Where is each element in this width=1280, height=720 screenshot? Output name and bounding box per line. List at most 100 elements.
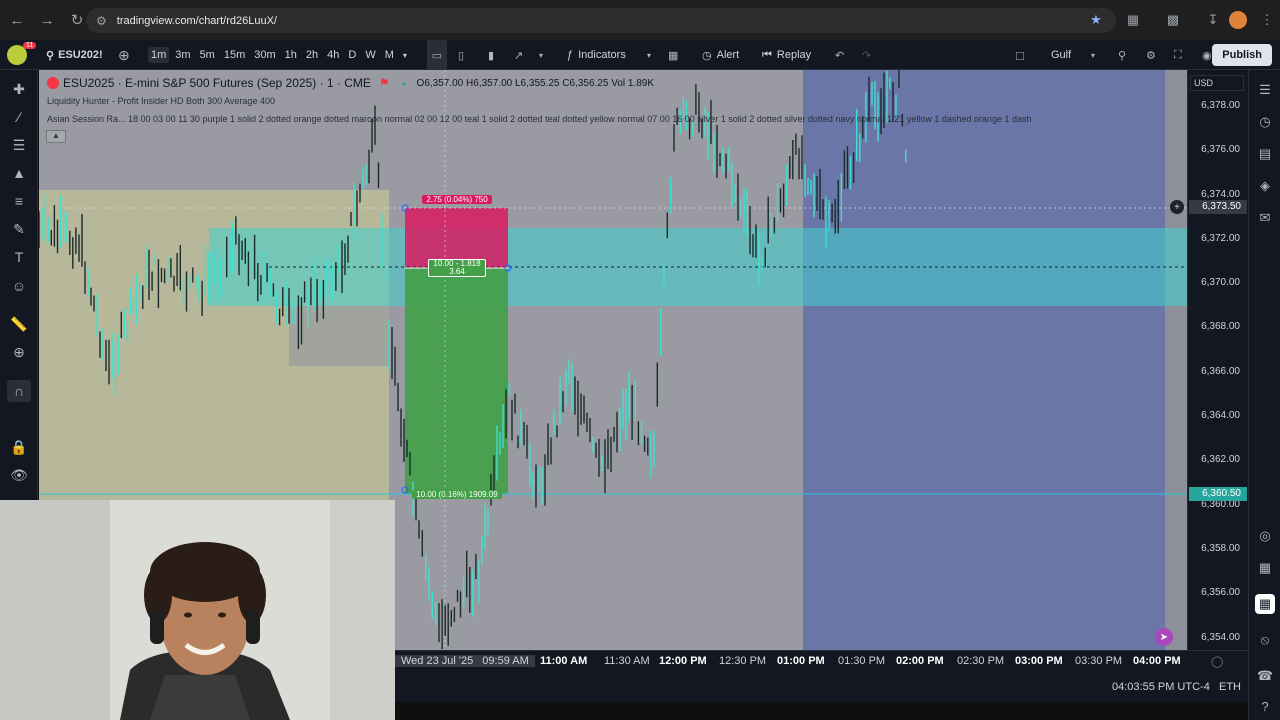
back-icon[interactable]: ← [4, 7, 30, 33]
session-label[interactable]: ETH [1219, 681, 1241, 693]
pitchfork-icon[interactable]: ▲ [7, 162, 31, 184]
layers-icon[interactable]: ◈ [1255, 176, 1275, 196]
indicators-chevron-icon[interactable]: ▾ [647, 40, 651, 70]
fullscreen-icon[interactable]: ⛶ [1174, 40, 1182, 70]
price-tick-label: 6,370.00 [1201, 277, 1240, 288]
interval-w[interactable]: W [365, 49, 375, 61]
price-axis[interactable]: USD 6,378.00 6,376.00 6,374.00 6,372.00 6,37… [1187, 70, 1248, 650]
forward-icon[interactable]: → [34, 7, 60, 33]
price-tick-label: 6,366.00 [1201, 366, 1240, 377]
profile-avatar[interactable] [1229, 11, 1247, 29]
user-avatar[interactable]: 11 [7, 40, 37, 70]
publish-button[interactable]: Publish [1212, 44, 1272, 66]
entry-label[interactable]: 10.00 - 1.818 3.64 [428, 259, 486, 277]
indicator-1-legend[interactable]: Liquidity Hunter - Profit Insider HD Bot… [47, 96, 275, 106]
crosshair-icon[interactable]: ✚ [7, 78, 31, 100]
interval-3m[interactable]: 3m [175, 49, 190, 61]
fib-retracement-icon[interactable]: ≡ [7, 190, 31, 212]
add-alert-plus-icon[interactable]: + [1170, 200, 1184, 214]
symbol-search[interactable]: ⚲ ESU202! [46, 40, 103, 70]
target-icon[interactable]: ◎ [1255, 526, 1275, 546]
quick-search-icon[interactable]: ⚲ [1118, 40, 1126, 70]
interval-15m[interactable]: 15m [224, 49, 245, 61]
templates-icon[interactable]: ▦ [668, 40, 678, 70]
chevron-down-icon[interactable]: ▾ [403, 51, 407, 60]
collapse-legend-icon[interactable]: ▲ [46, 130, 66, 143]
bookmark-star-icon[interactable]: ★ [1085, 9, 1107, 31]
take-profit-zone[interactable] [405, 268, 508, 494]
help-icon[interactable]: ? [1255, 696, 1275, 716]
download-icon[interactable]: ↧ [1202, 9, 1224, 31]
currency-select[interactable]: USD [1190, 75, 1244, 91]
ruler-icon[interactable]: 📏 [7, 313, 31, 335]
interval-d[interactable]: D [348, 49, 356, 61]
layout-chevron-icon[interactable]: ▾ [1091, 40, 1095, 70]
lock-drawings-icon[interactable]: 🔒 [7, 436, 31, 458]
chart-title[interactable]: ESU2025 · E-mini S&P 500 Futures (Sep 20… [63, 76, 371, 90]
grid-icon[interactable]: ▦ [1255, 594, 1275, 614]
url-text: tradingview.com/chart/rd26LuuX/ [116, 14, 277, 27]
layout-select-icon[interactable]: □ [1016, 40, 1024, 70]
price-tick-label: 6,372.00 [1201, 233, 1240, 244]
extensions-icon[interactable]: ▦ [1122, 9, 1144, 31]
trend-line-icon[interactable]: ∕ [7, 106, 31, 128]
exchange-logo [47, 77, 59, 89]
text-tool-icon[interactable]: T [7, 246, 31, 268]
alert-button[interactable]: ◷ Alert [702, 40, 739, 70]
high-value: 6,357.00 [473, 77, 513, 89]
indicators-button[interactable]: ƒ Indicators [567, 40, 626, 70]
rocket-icon[interactable]: ➤ [1155, 628, 1173, 646]
zoom-in-icon[interactable]: ⊕ [7, 341, 31, 363]
replay-label: Replay [776, 49, 812, 61]
interval-2h[interactable]: 2h [306, 49, 318, 61]
interval-1m[interactable]: 1m [148, 47, 170, 63]
layout-name[interactable]: Gulf [1051, 40, 1071, 70]
interval-m[interactable]: M [385, 49, 394, 61]
price-tick-label: 6,354.00 [1201, 632, 1240, 643]
brush-icon[interactable]: ✎ [7, 218, 31, 240]
indicators-label: Indicators [578, 49, 626, 61]
market-status-icon: ● [401, 78, 407, 88]
indicator-2-legend[interactable]: Asian Session Ra... 18 00 03 00 11 30 pu… [47, 114, 1185, 124]
alerts-clock-icon[interactable]: ◷ [1255, 112, 1275, 132]
interval-1h[interactable]: 1h [285, 49, 297, 61]
compare-symbol-icon[interactable]: ⊕ [118, 40, 130, 70]
emoji-icon[interactable]: ☺ [7, 275, 31, 297]
interval-30m[interactable]: 30m [254, 49, 275, 61]
broadcast-icon[interactable]: ⦸ [1255, 630, 1275, 650]
browser-menu-icon[interactable]: ⋮ [1256, 9, 1278, 31]
magnet-icon[interactable]: ∩ [7, 380, 31, 402]
notifications-bell-icon[interactable]: ☎ [1255, 666, 1275, 686]
horizontal-lines-icon[interactable]: ☰ [7, 134, 31, 156]
interval-5m[interactable]: 5m [200, 49, 215, 61]
snapshot-camera-icon[interactable]: ◉ [1202, 40, 1212, 70]
target-label: 10.00 (0.16%) 1909.09 [412, 490, 502, 499]
settings-gear-icon[interactable]: ⚙ [1146, 40, 1156, 70]
flag-icon[interactable]: ⚑ [379, 76, 390, 90]
line-chart-type-icon[interactable]: ↗ [514, 40, 523, 70]
interval-4h[interactable]: 4h [327, 49, 339, 61]
chart-toolbar: 11 ⚲ ESU202! ⊕ 1m 3m 5m 15m 30m 1h 2h 4h… [0, 40, 1280, 70]
chart-type-chevron-icon[interactable]: ▾ [539, 40, 543, 70]
right-margin-zone [1165, 70, 1187, 650]
watchlist-icon[interactable]: ☰ [1255, 80, 1275, 100]
undo-icon[interactable]: ↶ [835, 40, 844, 70]
interval-list: 1m 3m 5m 15m 30m 1h 2h 4h D W M ▾ [148, 40, 407, 70]
data-window-icon[interactable]: ▤ [1255, 144, 1275, 164]
time-axis-settings-icon[interactable]: ◯ [1211, 655, 1223, 668]
bars-chart-type-icon[interactable]: ▯ [458, 40, 464, 70]
replay-button[interactable]: ⏮ Replay [762, 40, 811, 70]
address-bar[interactable]: ⚙ tradingview.com/chart/rd26LuuX/ [86, 8, 1116, 33]
candles-chart-type-icon[interactable]: ▭ [427, 40, 447, 70]
cast-icon[interactable]: ▩ [1162, 9, 1184, 31]
redo-icon[interactable]: ↷ [862, 40, 871, 70]
time-label-1400: 02:00 PM [896, 655, 944, 667]
chat-icon[interactable]: ✉ [1255, 208, 1275, 228]
time-label-1230: 12:30 PM [719, 655, 767, 667]
columns-chart-type-icon[interactable]: ▮ [488, 40, 494, 70]
calendar-icon[interactable]: ▦ [1255, 558, 1275, 578]
volume-value: 1.89K [627, 77, 655, 89]
site-settings-icon[interactable]: ⚙ [96, 14, 107, 28]
clock-time[interactable]: 04:03:55 PM UTC-4 [1112, 681, 1210, 693]
show-hide-eye-icon[interactable]: 👁 [7, 464, 31, 486]
